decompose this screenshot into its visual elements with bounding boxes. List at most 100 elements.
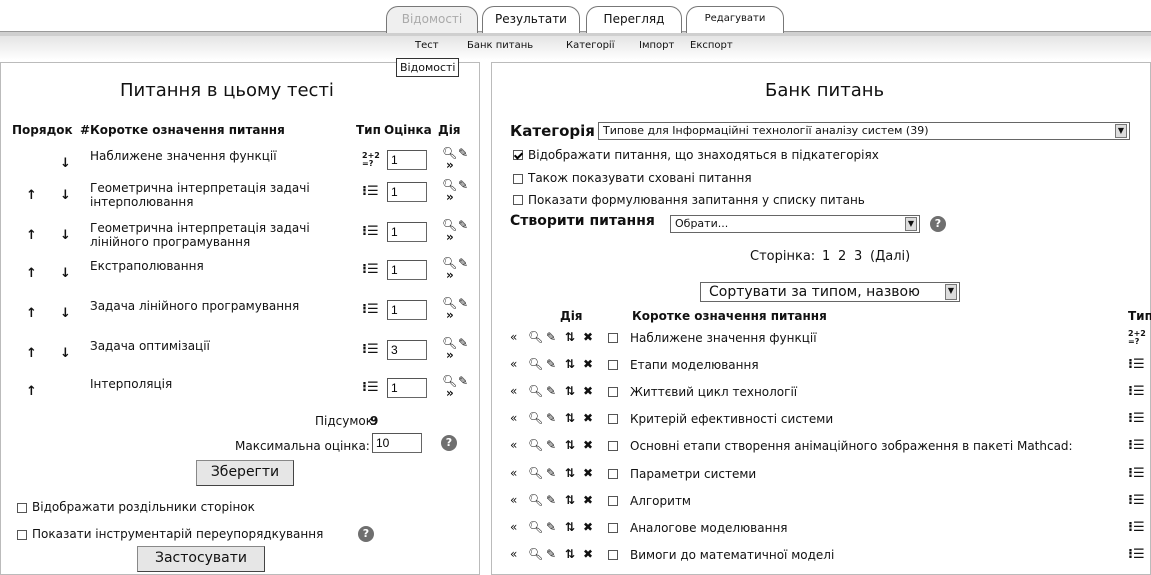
grade-input[interactable] (387, 378, 427, 398)
page-link-3[interactable]: 3 (854, 249, 862, 264)
move-up-icon[interactable]: ↑ (26, 346, 37, 361)
delete-icon[interactable]: ✖ (583, 330, 594, 344)
move-up-icon[interactable]: ↑ (26, 228, 37, 243)
hidden-questions-checkbox[interactable] (513, 174, 523, 184)
create-question-select[interactable]: Обрати... ▼ (670, 215, 920, 233)
question-select-checkbox[interactable] (608, 360, 618, 370)
preview-icon[interactable]: 🔍︎ (528, 411, 544, 425)
help-icon[interactable]: ? (441, 435, 457, 451)
question-select-checkbox[interactable] (608, 333, 618, 343)
move-up-icon[interactable]: ↑ (26, 384, 37, 399)
grade-input[interactable] (387, 260, 427, 280)
move-icon[interactable]: ⇅ (565, 411, 576, 425)
add-to-quiz-icon[interactable]: « (510, 411, 518, 425)
preview-icon[interactable]: 🔍︎ (528, 384, 544, 398)
edit-icon[interactable]: ✎ (458, 146, 468, 160)
question-select-checkbox[interactable] (608, 414, 618, 424)
add-to-quiz-icon[interactable]: « (510, 330, 518, 344)
apply-button[interactable]: Застосувати (137, 546, 265, 572)
move-up-icon[interactable]: ↑ (26, 266, 37, 281)
edit-icon[interactable]: ✎ (546, 547, 557, 561)
grade-input[interactable] (387, 340, 427, 360)
question-text-checkbox[interactable] (513, 195, 523, 205)
add-to-quiz-icon[interactable]: » (446, 158, 454, 172)
edit-icon[interactable]: ✎ (546, 384, 557, 398)
add-to-quiz-icon[interactable]: » (446, 190, 454, 204)
move-icon[interactable]: ⇅ (565, 357, 576, 371)
tab-edit[interactable]: Редагувати (686, 6, 784, 33)
subtab-export[interactable]: Експорт (690, 40, 733, 51)
add-to-quiz-icon[interactable]: « (510, 493, 518, 507)
move-icon[interactable]: ⇅ (565, 520, 576, 534)
edit-icon[interactable]: ✎ (546, 466, 557, 480)
question-select-checkbox[interactable] (608, 550, 618, 560)
preview-icon[interactable]: 🔍︎ (528, 466, 544, 480)
add-to-quiz-icon[interactable]: « (510, 384, 518, 398)
subtab-categories[interactable]: Категорії (566, 40, 614, 51)
question-select-checkbox[interactable] (608, 441, 618, 451)
edit-icon[interactable]: ✎ (546, 357, 557, 371)
grade-input[interactable] (387, 222, 427, 242)
edit-icon[interactable]: ✎ (546, 493, 557, 507)
next-page-link[interactable]: (Далі) (870, 249, 910, 264)
question-select-checkbox[interactable] (608, 387, 618, 397)
preview-icon[interactable]: 🔍︎ (528, 330, 544, 344)
add-to-quiz-icon[interactable]: » (446, 308, 454, 322)
page-link-1[interactable]: 1 (822, 249, 830, 264)
add-to-quiz-icon[interactable]: » (446, 386, 454, 400)
question-select-checkbox[interactable] (608, 469, 618, 479)
grade-input[interactable] (387, 182, 427, 202)
edit-icon[interactable]: ✎ (546, 330, 557, 344)
grade-input[interactable] (387, 300, 427, 320)
edit-icon[interactable]: ✎ (546, 438, 557, 452)
move-down-icon[interactable]: ↓ (60, 188, 71, 203)
move-icon[interactable]: ⇅ (565, 547, 576, 561)
add-to-quiz-icon[interactable]: » (446, 268, 454, 282)
preview-icon[interactable]: 🔍︎ (528, 493, 544, 507)
move-up-icon[interactable]: ↑ (26, 188, 37, 203)
add-to-quiz-icon[interactable]: » (446, 230, 454, 244)
edit-icon[interactable]: ✎ (458, 178, 468, 192)
category-select[interactable]: Типове для Інформаційні технології аналі… (598, 122, 1130, 140)
delete-icon[interactable]: ✖ (583, 493, 594, 507)
move-icon[interactable]: ⇅ (565, 438, 576, 452)
move-icon[interactable]: ⇅ (565, 466, 576, 480)
add-to-quiz-icon[interactable]: « (510, 466, 518, 480)
delete-icon[interactable]: ✖ (583, 384, 594, 398)
move-down-icon[interactable]: ↓ (60, 346, 71, 361)
delete-icon[interactable]: ✖ (583, 357, 594, 371)
add-to-quiz-icon[interactable]: « (510, 547, 518, 561)
edit-icon[interactable]: ✎ (458, 374, 468, 388)
save-button[interactable]: Зберегти (196, 460, 294, 486)
page-link-2[interactable]: 2 (838, 249, 846, 264)
edit-icon[interactable]: ✎ (458, 256, 468, 270)
move-down-icon[interactable]: ↓ (60, 228, 71, 243)
delete-icon[interactable]: ✖ (583, 438, 594, 452)
move-icon[interactable]: ⇅ (565, 330, 576, 344)
preview-icon[interactable]: 🔍︎ (528, 547, 544, 561)
edit-icon[interactable]: ✎ (458, 296, 468, 310)
help-icon[interactable]: ? (358, 526, 374, 542)
tab-results[interactable]: Результати (482, 6, 580, 33)
subtab-quiz[interactable]: Тест (415, 40, 439, 51)
tab-preview[interactable]: Перегляд (586, 6, 682, 33)
preview-icon[interactable]: 🔍︎ (528, 438, 544, 452)
edit-icon[interactable]: ✎ (458, 336, 468, 350)
question-select-checkbox[interactable] (608, 523, 618, 533)
tab-details[interactable]: Відомості (386, 6, 478, 33)
move-icon[interactable]: ⇅ (565, 384, 576, 398)
delete-icon[interactable]: ✖ (583, 520, 594, 534)
reorder-tool-checkbox[interactable] (17, 530, 27, 540)
help-icon[interactable]: ? (930, 216, 946, 232)
edit-icon[interactable]: ✎ (546, 411, 557, 425)
edit-icon[interactable]: ✎ (458, 218, 468, 232)
move-down-icon[interactable]: ↓ (60, 266, 71, 281)
question-select-checkbox[interactable] (608, 496, 618, 506)
delete-icon[interactable]: ✖ (583, 466, 594, 480)
grade-input[interactable] (387, 150, 427, 170)
edit-icon[interactable]: ✎ (546, 520, 557, 534)
add-to-quiz-icon[interactable]: « (510, 357, 518, 371)
preview-icon[interactable]: 🔍︎ (528, 520, 544, 534)
delete-icon[interactable]: ✖ (583, 411, 594, 425)
subtab-import[interactable]: Імпорт (639, 40, 674, 51)
